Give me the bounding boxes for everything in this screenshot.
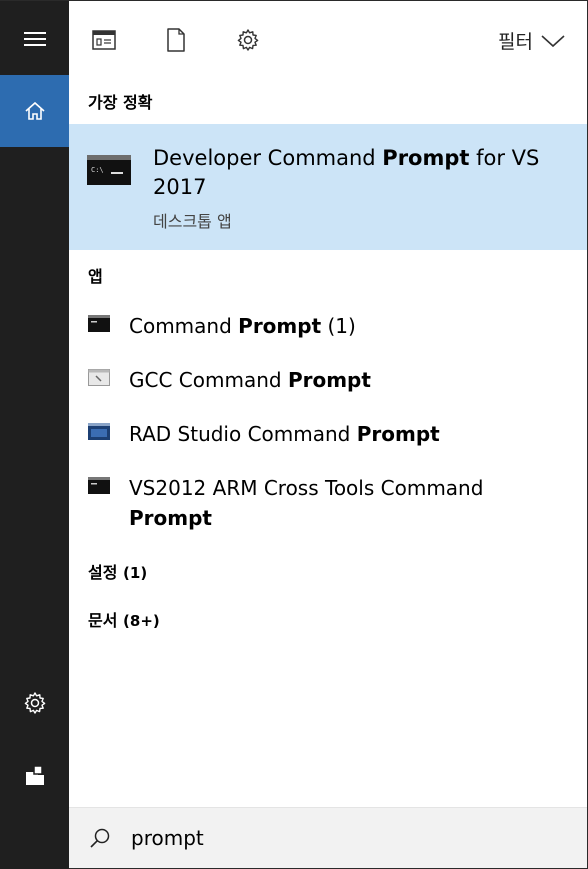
settings-section-header[interactable]: 설정 (1) [88, 559, 147, 583]
documents-section-header[interactable]: 문서 (8+) [88, 607, 160, 631]
app-result-label: VS2012 ARM Cross Tools Command Prompt [129, 476, 484, 530]
search-box[interactable] [69, 807, 587, 868]
best-match-result[interactable]: C:\ Developer Command Prompt for VS 2017… [69, 124, 587, 250]
start-search-panel: 필터 가장 정확 C:\ Developer Command Prompt fo… [0, 0, 588, 869]
user-account-button[interactable] [0, 745, 69, 805]
settings-gear-icon [237, 29, 259, 51]
rad-studio-command-prompt-icon [88, 423, 110, 440]
left-rail [0, 1, 69, 869]
settings-button[interactable] [0, 673, 69, 733]
user-account-icon [25, 765, 44, 785]
home-button[interactable] [0, 75, 69, 147]
app-result-label: Command Prompt (1) [129, 314, 356, 338]
search-toolbar: 필터 [69, 1, 587, 76]
svg-text:C:\: C:\ [91, 166, 104, 174]
hamburger-menu-button[interactable] [0, 9, 69, 69]
apps-doc-icon [92, 30, 116, 50]
gcc-command-prompt-icon [88, 369, 110, 386]
best-match-subtitle: 데스크톱 앱 [153, 212, 232, 231]
search-input[interactable] [129, 822, 573, 854]
best-match-section-label: 가장 정확 [88, 93, 153, 112]
settings-gear-icon [24, 692, 45, 714]
search-results: 가장 정확 C:\ Developer Command Prompt for V… [69, 75, 587, 808]
filter-label: 필터 [498, 31, 533, 53]
best-match-title: Developer Command Prompt for VS 2017 [153, 146, 540, 199]
documents-filter-button[interactable] [159, 23, 193, 57]
command-prompt-icon [88, 315, 110, 332]
home-icon [24, 101, 45, 120]
chevron-down-icon [541, 34, 565, 47]
apps-section-label: 앱 [88, 267, 103, 286]
document-icon [167, 28, 185, 52]
app-result-label: RAD Studio Command Prompt [129, 422, 440, 446]
command-prompt-app-icon: C:\ [87, 155, 131, 185]
filter-dropdown[interactable]: 필터 [498, 27, 565, 54]
hamburger-menu-icon [23, 32, 46, 46]
vs2012-command-prompt-icon [88, 477, 110, 494]
app-result-label: GCC Command Prompt [129, 368, 371, 392]
apps-filter-button[interactable] [87, 23, 121, 57]
settings-filter-button[interactable] [231, 23, 265, 57]
search-icon [90, 828, 110, 848]
